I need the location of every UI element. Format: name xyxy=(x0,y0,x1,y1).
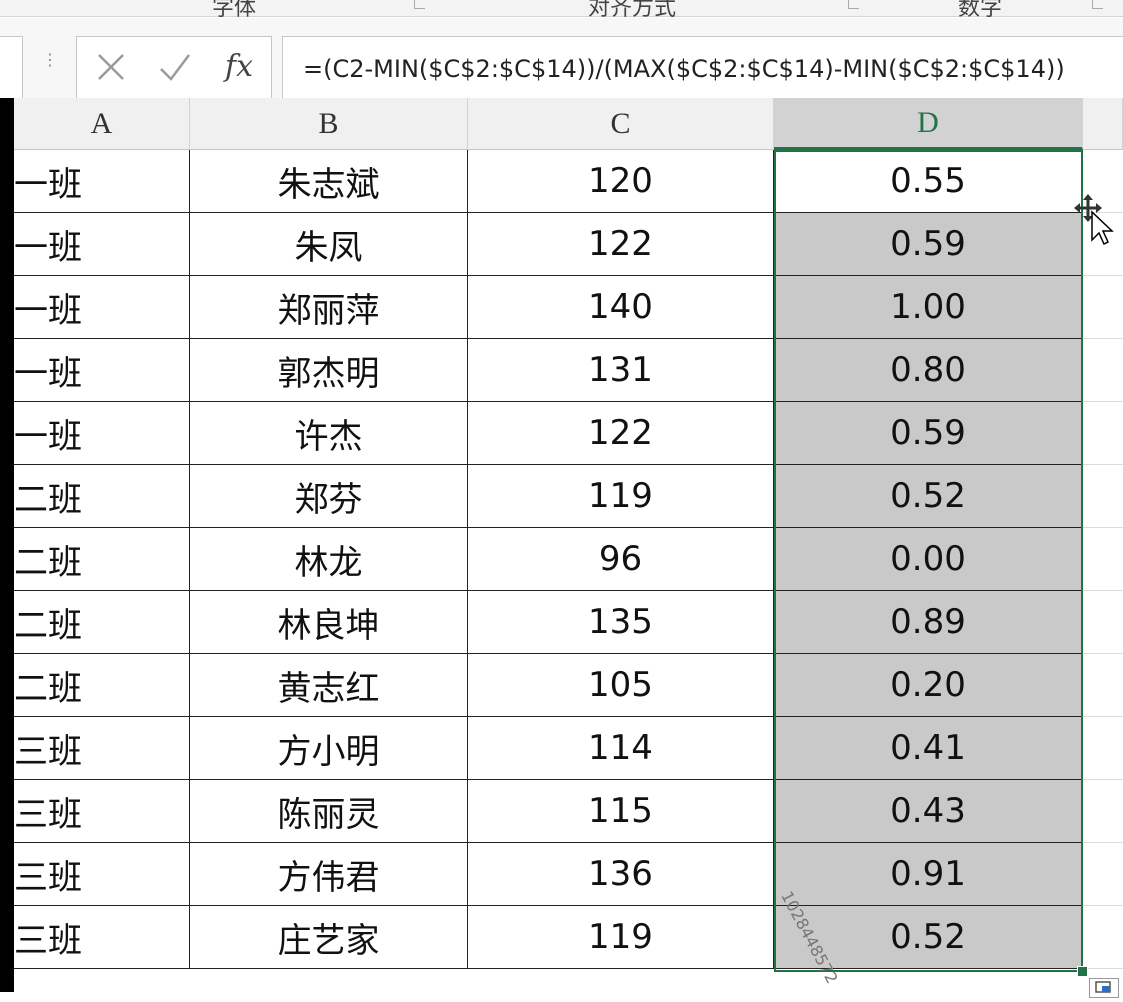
cell-empty[interactable] xyxy=(1083,591,1123,654)
cell-normalized[interactable]: 0.43 xyxy=(774,780,1083,843)
cell-name[interactable]: 郑丽萍 xyxy=(190,276,468,339)
cell-empty[interactable] xyxy=(1083,906,1123,969)
cell-normalized[interactable]: 0.41 xyxy=(774,717,1083,780)
formula-input[interactable]: =(C2-MIN($C$2:$C$14))/(MAX($C$2:$C$14)-M… xyxy=(282,36,1123,100)
cell-name[interactable]: 林良坤 xyxy=(190,591,468,654)
cell-score[interactable]: 131 xyxy=(468,339,774,402)
cell-score[interactable]: 136 xyxy=(468,843,774,906)
cell-empty[interactable] xyxy=(1083,528,1123,591)
table-row: 一班 朱志斌 120 0.55 xyxy=(14,150,1123,213)
table-row: 一班 郭杰明 131 0.80 xyxy=(14,339,1123,402)
cell-name[interactable]: 黄志红 xyxy=(190,654,468,717)
column-header-b[interactable]: B xyxy=(190,98,468,150)
cell-name[interactable]: 陈丽灵 xyxy=(190,780,468,843)
cell-score[interactable]: 114 xyxy=(468,717,774,780)
cell-name[interactable]: 郑芬 xyxy=(190,465,468,528)
cell-class[interactable]: 二班 xyxy=(14,654,190,717)
fill-handle[interactable] xyxy=(1077,966,1088,977)
cell-class[interactable]: 三班 xyxy=(14,906,190,969)
cell-normalized[interactable]: 0.00 xyxy=(774,528,1083,591)
table-row: 三班 方小明 114 0.41 xyxy=(14,717,1123,780)
cell-class[interactable]: 一班 xyxy=(14,402,190,465)
cell-class[interactable]: 三班 xyxy=(14,717,190,780)
formula-bar-grip-icon[interactable]: ⋮ xyxy=(42,50,58,69)
column-header-a[interactable]: A xyxy=(14,98,190,150)
cell-empty[interactable] xyxy=(1083,780,1123,843)
table-row: 二班 黄志红 105 0.20 xyxy=(14,654,1123,717)
cell-name[interactable]: 林龙 xyxy=(190,528,468,591)
cell-score[interactable]: 119 xyxy=(468,465,774,528)
cell-class[interactable]: 一班 xyxy=(14,150,190,213)
cell-name[interactable]: 许杰 xyxy=(190,402,468,465)
window-edge xyxy=(0,98,14,992)
table-row: 二班 林良坤 135 0.89 xyxy=(14,591,1123,654)
ribbon: 字体 对齐方式 数字 xyxy=(0,0,1123,21)
cell-class[interactable]: 二班 xyxy=(14,528,190,591)
cell-class[interactable]: 二班 xyxy=(14,591,190,654)
cell-class[interactable]: 二班 xyxy=(14,465,190,528)
cell-name[interactable]: 方伟君 xyxy=(190,843,468,906)
cell-class[interactable]: 三班 xyxy=(14,780,190,843)
cell-normalized[interactable]: 0.52 xyxy=(774,465,1083,528)
move-cursor-icon xyxy=(1074,194,1114,246)
number-dialog-launcher-icon[interactable] xyxy=(1092,0,1103,9)
column-header-d[interactable]: D xyxy=(774,98,1083,150)
formula-actions: fx xyxy=(76,36,272,100)
cell-name[interactable]: 郭杰明 xyxy=(190,339,468,402)
cell-normalized[interactable]: 0.91 xyxy=(774,843,1083,906)
cell-normalized[interactable]: 0.80 xyxy=(774,339,1083,402)
cell-name[interactable]: 朱凤 xyxy=(190,213,468,276)
table-row: 三班 方伟君 136 0.91 xyxy=(14,843,1123,906)
cell-score[interactable]: 120 xyxy=(468,150,774,213)
cell-normalized[interactable]: 0.55 xyxy=(774,150,1083,213)
column-header-e[interactable] xyxy=(1083,98,1123,150)
formula-text: =(C2-MIN($C$2:$C$14))/(MAX($C$2:$C$14)-M… xyxy=(303,55,1065,83)
cell-normalized[interactable]: 0.20 xyxy=(774,654,1083,717)
table-row: 一班 郑丽萍 140 1.00 xyxy=(14,276,1123,339)
cell-score[interactable]: 119 xyxy=(468,906,774,969)
alignment-dialog-launcher-icon[interactable] xyxy=(848,0,859,9)
name-box[interactable] xyxy=(0,36,23,100)
formula-bar: ⋮ fx =(C2-MIN($C$2:$C$14))/(MAX($C$2:$C$… xyxy=(0,18,1123,100)
table-row: 三班 庄艺家 119 0.52 xyxy=(14,906,1123,969)
cell-normalized[interactable]: 1.00 xyxy=(774,276,1083,339)
cell-name[interactable]: 朱志斌 xyxy=(190,150,468,213)
cell-score[interactable]: 140 xyxy=(468,276,774,339)
cell-empty[interactable] xyxy=(1083,465,1123,528)
cell-name[interactable]: 庄艺家 xyxy=(190,906,468,969)
table-row: 二班 林龙 96 0.00 xyxy=(14,528,1123,591)
cell-score[interactable]: 105 xyxy=(468,654,774,717)
table-row: 三班 陈丽灵 115 0.43 xyxy=(14,780,1123,843)
cell-class[interactable]: 三班 xyxy=(14,843,190,906)
table-row: 一班 许杰 122 0.59 xyxy=(14,402,1123,465)
cell-normalized[interactable]: 0.89 xyxy=(774,591,1083,654)
cell-score[interactable]: 115 xyxy=(468,780,774,843)
cell-empty[interactable] xyxy=(1083,402,1123,465)
enter-check-icon[interactable] xyxy=(157,49,193,85)
cell-class[interactable]: 一班 xyxy=(14,339,190,402)
cell-name[interactable]: 方小明 xyxy=(190,717,468,780)
table-row: 一班 朱凤 122 0.59 xyxy=(14,213,1123,276)
cell-empty[interactable] xyxy=(1083,339,1123,402)
insert-function-fx-icon[interactable]: fx xyxy=(225,49,253,84)
cell-normalized[interactable]: 0.59 xyxy=(774,213,1083,276)
cell-score[interactable]: 122 xyxy=(468,213,774,276)
font-dialog-launcher-icon[interactable] xyxy=(414,0,425,9)
quick-analysis-icon[interactable] xyxy=(1089,978,1119,998)
cancel-x-icon[interactable] xyxy=(93,49,129,85)
column-header-c[interactable]: C xyxy=(468,98,774,150)
cell-score[interactable]: 96 xyxy=(468,528,774,591)
cell-score[interactable]: 135 xyxy=(468,591,774,654)
spreadsheet-grid[interactable]: A B C D 一班 朱志斌 120 0.55 一班 朱凤 122 0.59 一班 郑丽萍 140 1… xyxy=(14,98,1123,998)
cell-class[interactable]: 一班 xyxy=(14,276,190,339)
cell-score[interactable]: 122 xyxy=(468,402,774,465)
cell-empty[interactable] xyxy=(1083,717,1123,780)
cell-empty[interactable] xyxy=(1083,843,1123,906)
cell-class[interactable]: 一班 xyxy=(14,213,190,276)
cell-empty[interactable] xyxy=(1083,276,1123,339)
table-row: 二班 郑芬 119 0.52 xyxy=(14,465,1123,528)
cell-normalized[interactable]: 0.59 xyxy=(774,402,1083,465)
cell-empty[interactable] xyxy=(1083,654,1123,717)
